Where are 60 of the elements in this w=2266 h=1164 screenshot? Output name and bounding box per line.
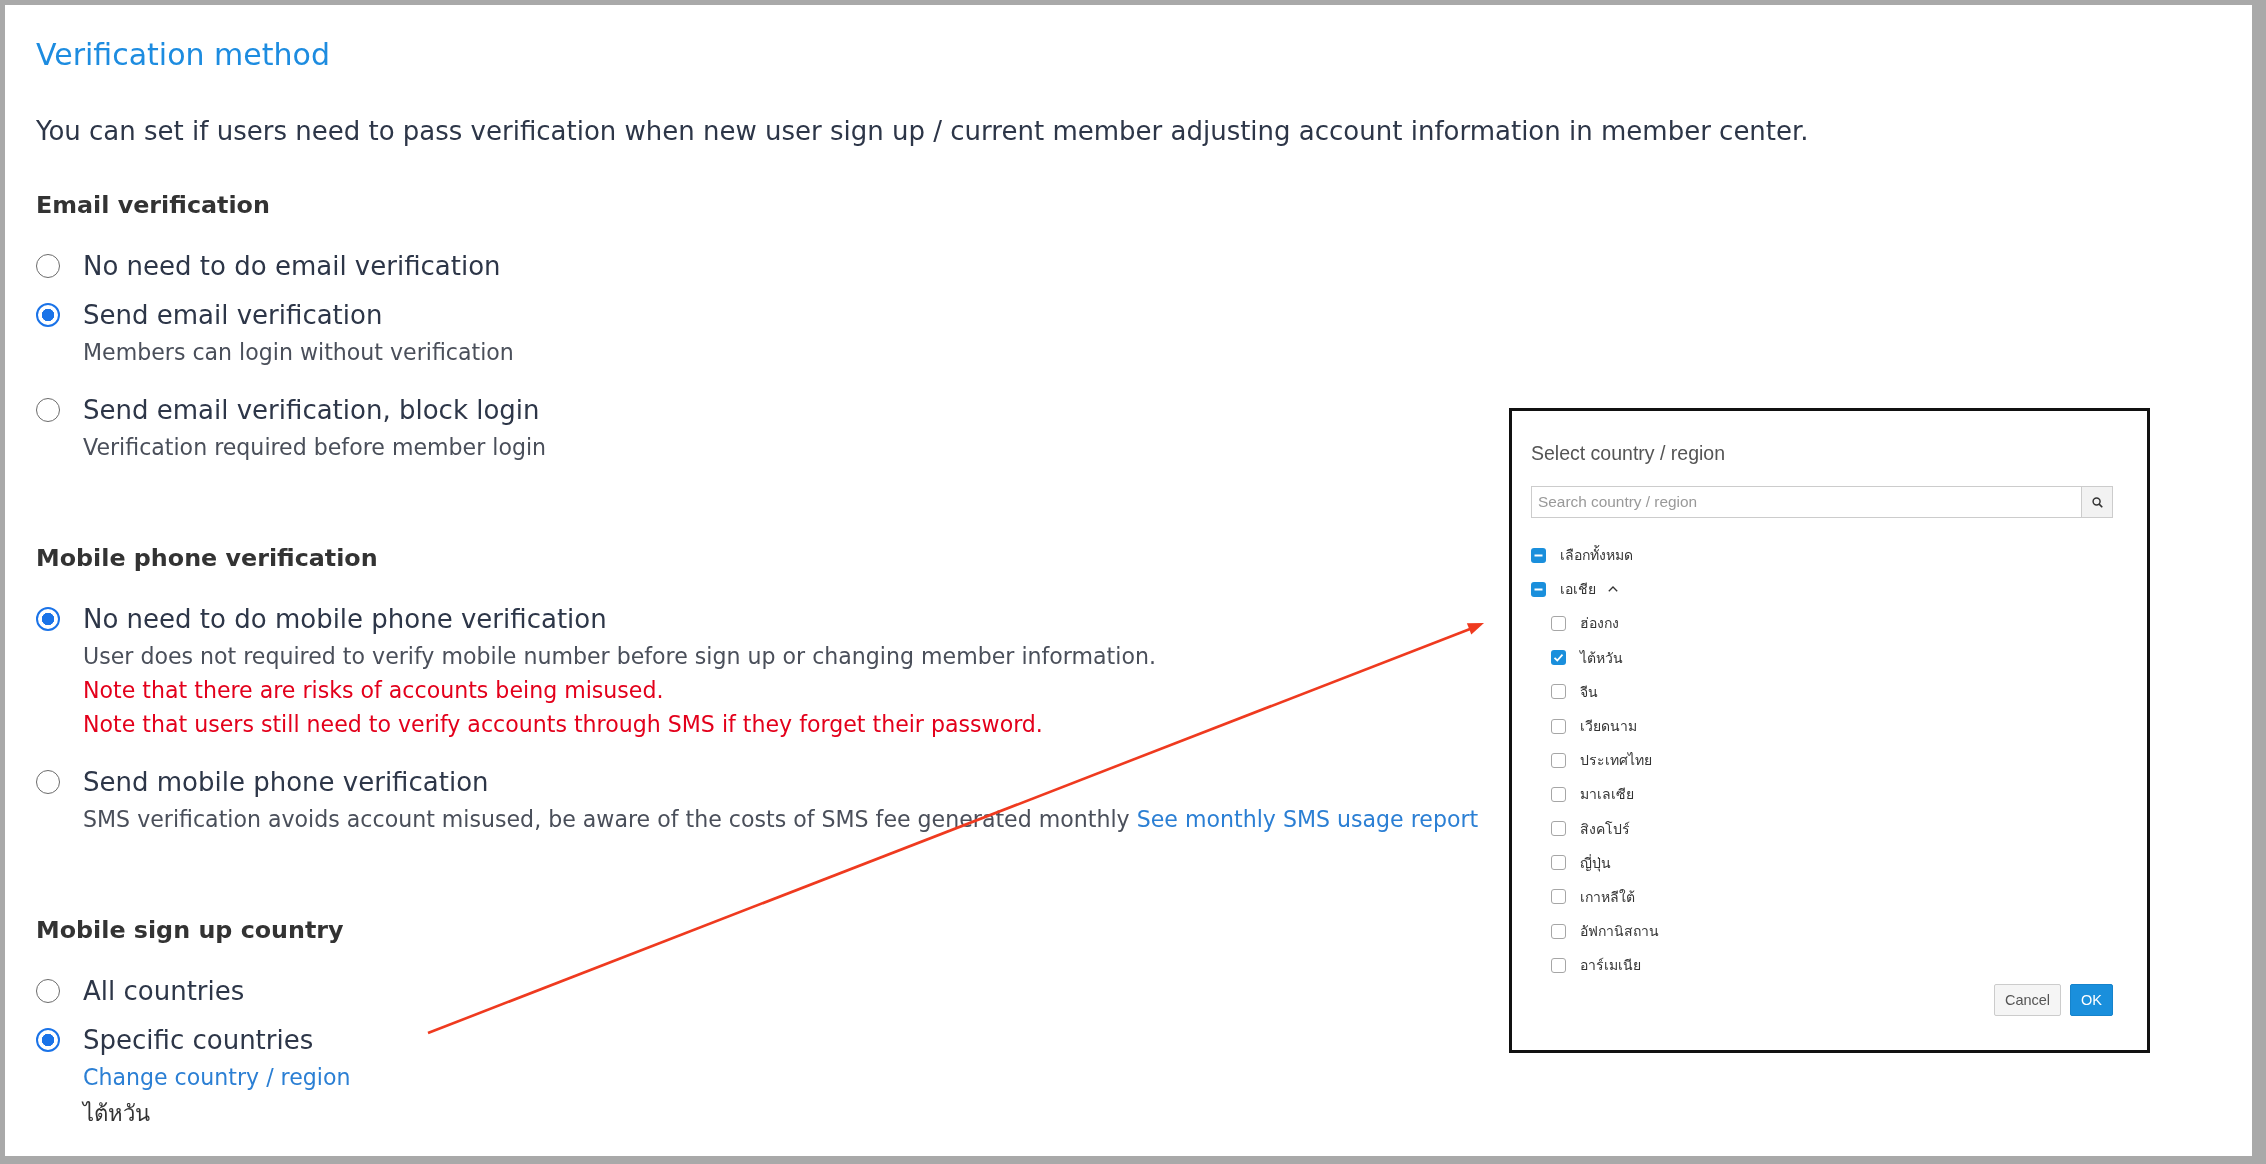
checkbox[interactable]: [1551, 786, 1566, 802]
country-label[interactable]: เวียดนาม: [1580, 715, 1637, 738]
page-title: Verification method: [36, 36, 330, 74]
checkbox[interactable]: [1551, 752, 1566, 768]
country-label[interactable]: จีน: [1580, 680, 1598, 703]
option-label[interactable]: Specific countries: [83, 1020, 314, 1060]
radio-button[interactable]: [36, 398, 60, 422]
country-label[interactable]: ญี่ปุ่น: [1580, 851, 1611, 874]
radio-button[interactable]: [36, 607, 60, 631]
section-heading: Mobile sign up country: [36, 915, 344, 946]
country-label[interactable]: ฮ่องกง: [1580, 612, 1619, 635]
country-label[interactable]: ประเทศไทย: [1580, 749, 1652, 772]
selected-country-text: ไต้หวัน: [83, 1099, 150, 1128]
search-button[interactable]: [2082, 486, 2113, 518]
checkbox[interactable]: [1531, 547, 1546, 563]
search-field[interactable]: Search country / region: [1531, 486, 2082, 518]
section-heading: Email verification: [36, 190, 270, 221]
option-label[interactable]: All countries: [83, 971, 245, 1011]
country-label[interactable]: เกาหลีใต้: [1580, 885, 1635, 908]
region-label[interactable]: เอเชีย: [1560, 578, 1596, 601]
option-label[interactable]: Send mobile phone verification: [83, 762, 489, 802]
checkbox[interactable]: [1551, 718, 1566, 734]
country-label[interactable]: สิงคโปร์: [1580, 817, 1630, 840]
warning-text: Note that users still need to verify accounts through SMS if they forget their password.: [83, 710, 1043, 739]
radio-button[interactable]: [36, 1028, 60, 1052]
country-label[interactable]: อาร์เมเนีย: [1580, 954, 1641, 977]
checkbox[interactable]: [1551, 684, 1566, 700]
checkbox[interactable]: [1551, 855, 1566, 871]
ok-button[interactable]: OK: [2070, 984, 2113, 1017]
country-label[interactable]: อัฟกานิสถาน: [1580, 920, 1659, 943]
usage-report-link[interactable]: See monthly SMS usage report: [1136, 806, 1479, 832]
checkbox[interactable]: [1551, 650, 1566, 666]
radio-button[interactable]: [36, 770, 60, 794]
checkbox[interactable]: [1551, 957, 1566, 973]
hint-text: User does not required to verify mobile number before sign up or changing member information.: [83, 642, 1156, 671]
checkbox[interactable]: [1551, 889, 1566, 905]
section-heading: Mobile phone verification: [36, 543, 378, 574]
checkbox[interactable]: [1551, 821, 1566, 837]
cancel-button[interactable]: Cancel: [1993, 984, 2062, 1017]
country-label[interactable]: ไต้หวัน: [1580, 646, 1623, 669]
option-label[interactable]: Send email verification, block login: [83, 390, 540, 430]
option-label[interactable]: No need to do mobile phone verification: [83, 599, 607, 639]
select-all-label[interactable]: เลือกทั้งหมด: [1560, 544, 1633, 567]
hint-text: Verification required before member login: [83, 433, 547, 462]
checkbox[interactable]: [1551, 615, 1566, 631]
radio-button[interactable]: [36, 303, 60, 327]
page-description: You can set if users need to pass verification when new user sign up / current member adjusting account information in member center.: [36, 115, 1809, 148]
radio-button[interactable]: [36, 979, 60, 1003]
chevron-up-icon[interactable]: [1608, 586, 1618, 593]
checkbox[interactable]: [1531, 581, 1546, 597]
change-region-link[interactable]: Change country / region: [83, 1060, 351, 1094]
country-label[interactable]: มาเลเซีย: [1580, 783, 1634, 806]
option-label[interactable]: No need to do email verification: [83, 246, 501, 286]
dialog-title: Select country / region: [1531, 441, 1726, 465]
search-icon: [2091, 496, 2103, 508]
warning-text: Note that there are risks of accounts being misused.: [83, 676, 664, 705]
checkbox[interactable]: [1551, 923, 1566, 939]
option-label[interactable]: Send email verification: [83, 295, 383, 335]
hint-text: Members can login without verification: [83, 338, 514, 367]
radio-button[interactable]: [36, 254, 60, 278]
